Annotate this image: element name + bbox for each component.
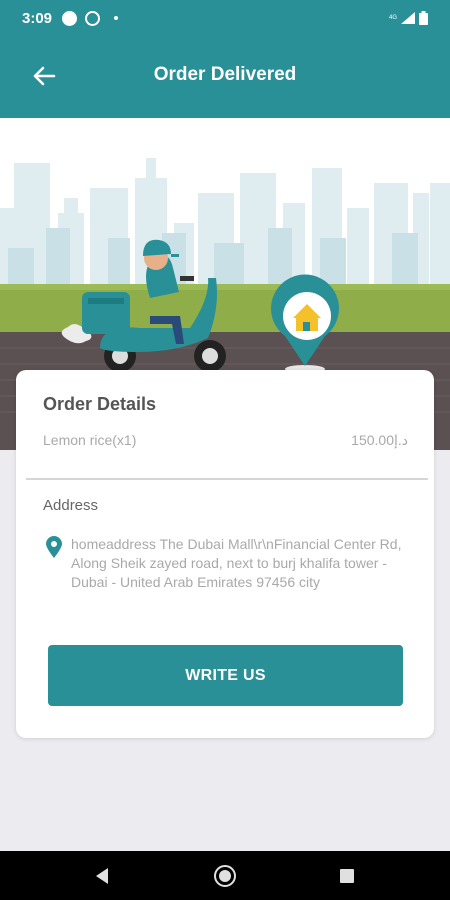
write-us-button[interactable]: WRITE US: [48, 645, 403, 706]
circle-notification-icon: [62, 10, 78, 26]
battery-icon: [419, 11, 428, 25]
divider: [26, 478, 428, 480]
nav-recents-icon[interactable]: [334, 863, 360, 889]
order-details-heading: Order Details: [43, 394, 157, 414]
dot-icon: [114, 16, 119, 20]
address-text: homeaddress The Dubai Mall\r\nFinancial …: [71, 536, 402, 590]
order-details-card: Order Details Lemon rice(x1) 150.00د.إ A…: [16, 370, 434, 738]
whatsapp-icon: [85, 10, 101, 26]
nav-home-icon[interactable]: [212, 863, 238, 889]
page-title: Order Delivered: [153, 64, 297, 85]
address-label: Address: [43, 497, 99, 514]
app-bar: Order Delivered: [0, 36, 450, 118]
status-bar: 3:09 4G: [0, 0, 450, 36]
status-system-icons: 4G: [389, 11, 428, 25]
location-pin-icon: [46, 536, 62, 558]
status-time: 3:09: [22, 9, 53, 27]
system-navigation-bar: [0, 851, 450, 900]
order-item-price: 150.00د.إ: [351, 432, 408, 448]
nav-back-icon[interactable]: [89, 863, 115, 889]
signal-icon: [401, 12, 415, 24]
network-type: 4G: [388, 15, 397, 21]
status-notification-icons: [62, 10, 119, 26]
order-item-name: Lemon rice(x1): [43, 432, 137, 448]
